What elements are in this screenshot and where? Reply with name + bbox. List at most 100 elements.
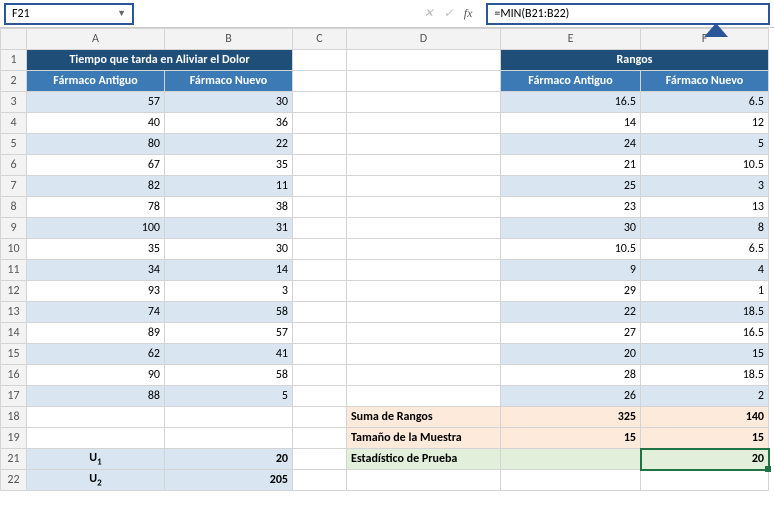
cell[interactable]: 15 [641,428,769,449]
cell[interactable] [347,197,501,218]
cell[interactable] [293,281,347,302]
cell[interactable]: 18.5 [641,365,769,386]
cell[interactable]: Fármaco Antiguo [27,71,165,92]
cell[interactable]: 15 [501,428,641,449]
cell[interactable] [27,407,165,428]
cell[interactable] [347,260,501,281]
cell[interactable]: 11 [165,176,293,197]
cell[interactable]: 35 [165,155,293,176]
cell[interactable] [293,239,347,260]
cell[interactable] [293,218,347,239]
cell[interactable]: 57 [165,323,293,344]
cell[interactable]: 10.5 [641,155,769,176]
row-header[interactable]: 3 [1,92,27,113]
cell[interactable] [347,365,501,386]
cell[interactable]: 90 [27,365,165,386]
cell[interactable]: 28 [501,365,641,386]
cell[interactable] [293,155,347,176]
cell[interactable]: 5 [165,386,293,407]
cell[interactable]: 62 [27,344,165,365]
cell[interactable]: 88 [27,386,165,407]
cell[interactable] [293,428,347,449]
cell[interactable]: Suma de Rangos [347,407,501,428]
cell[interactable]: Tamaño de la Muestra [347,428,501,449]
cell[interactable]: U2 [27,470,165,491]
cell[interactable] [347,134,501,155]
row-header[interactable]: 18 [1,407,27,428]
row-header[interactable]: 17 [1,386,27,407]
cell[interactable] [347,323,501,344]
row-header[interactable]: 5 [1,134,27,155]
cell[interactable]: 58 [165,365,293,386]
cell[interactable]: 9 [501,260,641,281]
cell[interactable] [293,386,347,407]
cell[interactable]: 2 [641,386,769,407]
row-header[interactable]: 22 [1,470,27,491]
cell[interactable]: 29 [501,281,641,302]
cell[interactable]: Estadístico de Prueba [347,449,501,470]
cell[interactable]: 67 [27,155,165,176]
cell[interactable] [501,449,641,470]
cell[interactable]: 26 [501,386,641,407]
cell[interactable] [293,71,347,92]
cell[interactable] [27,428,165,449]
row-header[interactable]: 15 [1,344,27,365]
spreadsheet-grid[interactable]: A B C D E F 1Tiempo que tarda en Aliviar… [0,28,774,508]
cell[interactable] [165,428,293,449]
cell[interactable]: 20 [501,344,641,365]
cell[interactable] [347,176,501,197]
cell[interactable]: 14 [165,260,293,281]
row-header[interactable]: 19 [1,428,27,449]
cell[interactable] [293,407,347,428]
row-header[interactable]: 9 [1,218,27,239]
cell[interactable]: 3 [641,176,769,197]
cell[interactable]: 6.5 [641,239,769,260]
cell[interactable]: 41 [165,344,293,365]
cell[interactable]: 27 [501,323,641,344]
row-header[interactable]: 16 [1,365,27,386]
left-table-title[interactable]: Tiempo que tarda en Aliviar el Dolor [27,50,293,71]
row-header[interactable]: 10 [1,239,27,260]
cell[interactable]: 40 [27,113,165,134]
cell[interactable]: 31 [165,218,293,239]
cell[interactable] [347,344,501,365]
col-header-E[interactable]: E [501,29,641,50]
cell[interactable]: 15 [641,344,769,365]
cell[interactable] [347,155,501,176]
cell[interactable] [293,50,347,71]
row-header[interactable]: 4 [1,113,27,134]
cell[interactable]: 24 [501,134,641,155]
col-header-D[interactable]: D [347,29,501,50]
cell[interactable] [293,344,347,365]
cell[interactable] [293,365,347,386]
cell[interactable]: 78 [27,197,165,218]
cell[interactable] [347,92,501,113]
confirm-icon[interactable]: ✓ [444,6,454,21]
cell[interactable]: 10.5 [501,239,641,260]
cell[interactable]: Fármaco Nuevo [165,71,293,92]
cell[interactable] [347,470,501,491]
cell[interactable]: 35 [27,239,165,260]
cell[interactable]: 30 [165,239,293,260]
cell[interactable]: 80 [27,134,165,155]
cell[interactable]: 4 [641,260,769,281]
cell[interactable] [293,197,347,218]
cancel-icon[interactable]: ✕ [424,6,434,21]
cell[interactable] [347,113,501,134]
cell[interactable]: 22 [501,302,641,323]
cell[interactable]: 205 [165,470,293,491]
formula-input[interactable]: =MIN(B21:B22) [486,3,770,25]
col-header-C[interactable]: C [293,29,347,50]
cell[interactable] [293,302,347,323]
cell[interactable]: 89 [27,323,165,344]
cell[interactable] [347,281,501,302]
cell[interactable]: 140 [641,407,769,428]
cell[interactable] [501,470,641,491]
cell[interactable]: 93 [27,281,165,302]
cell[interactable]: 58 [165,302,293,323]
cell[interactable] [293,449,347,470]
cell[interactable]: Fármaco Nuevo [641,71,769,92]
row-header[interactable]: 21 [1,449,27,470]
cell[interactable]: 325 [501,407,641,428]
cell[interactable]: 36 [165,113,293,134]
